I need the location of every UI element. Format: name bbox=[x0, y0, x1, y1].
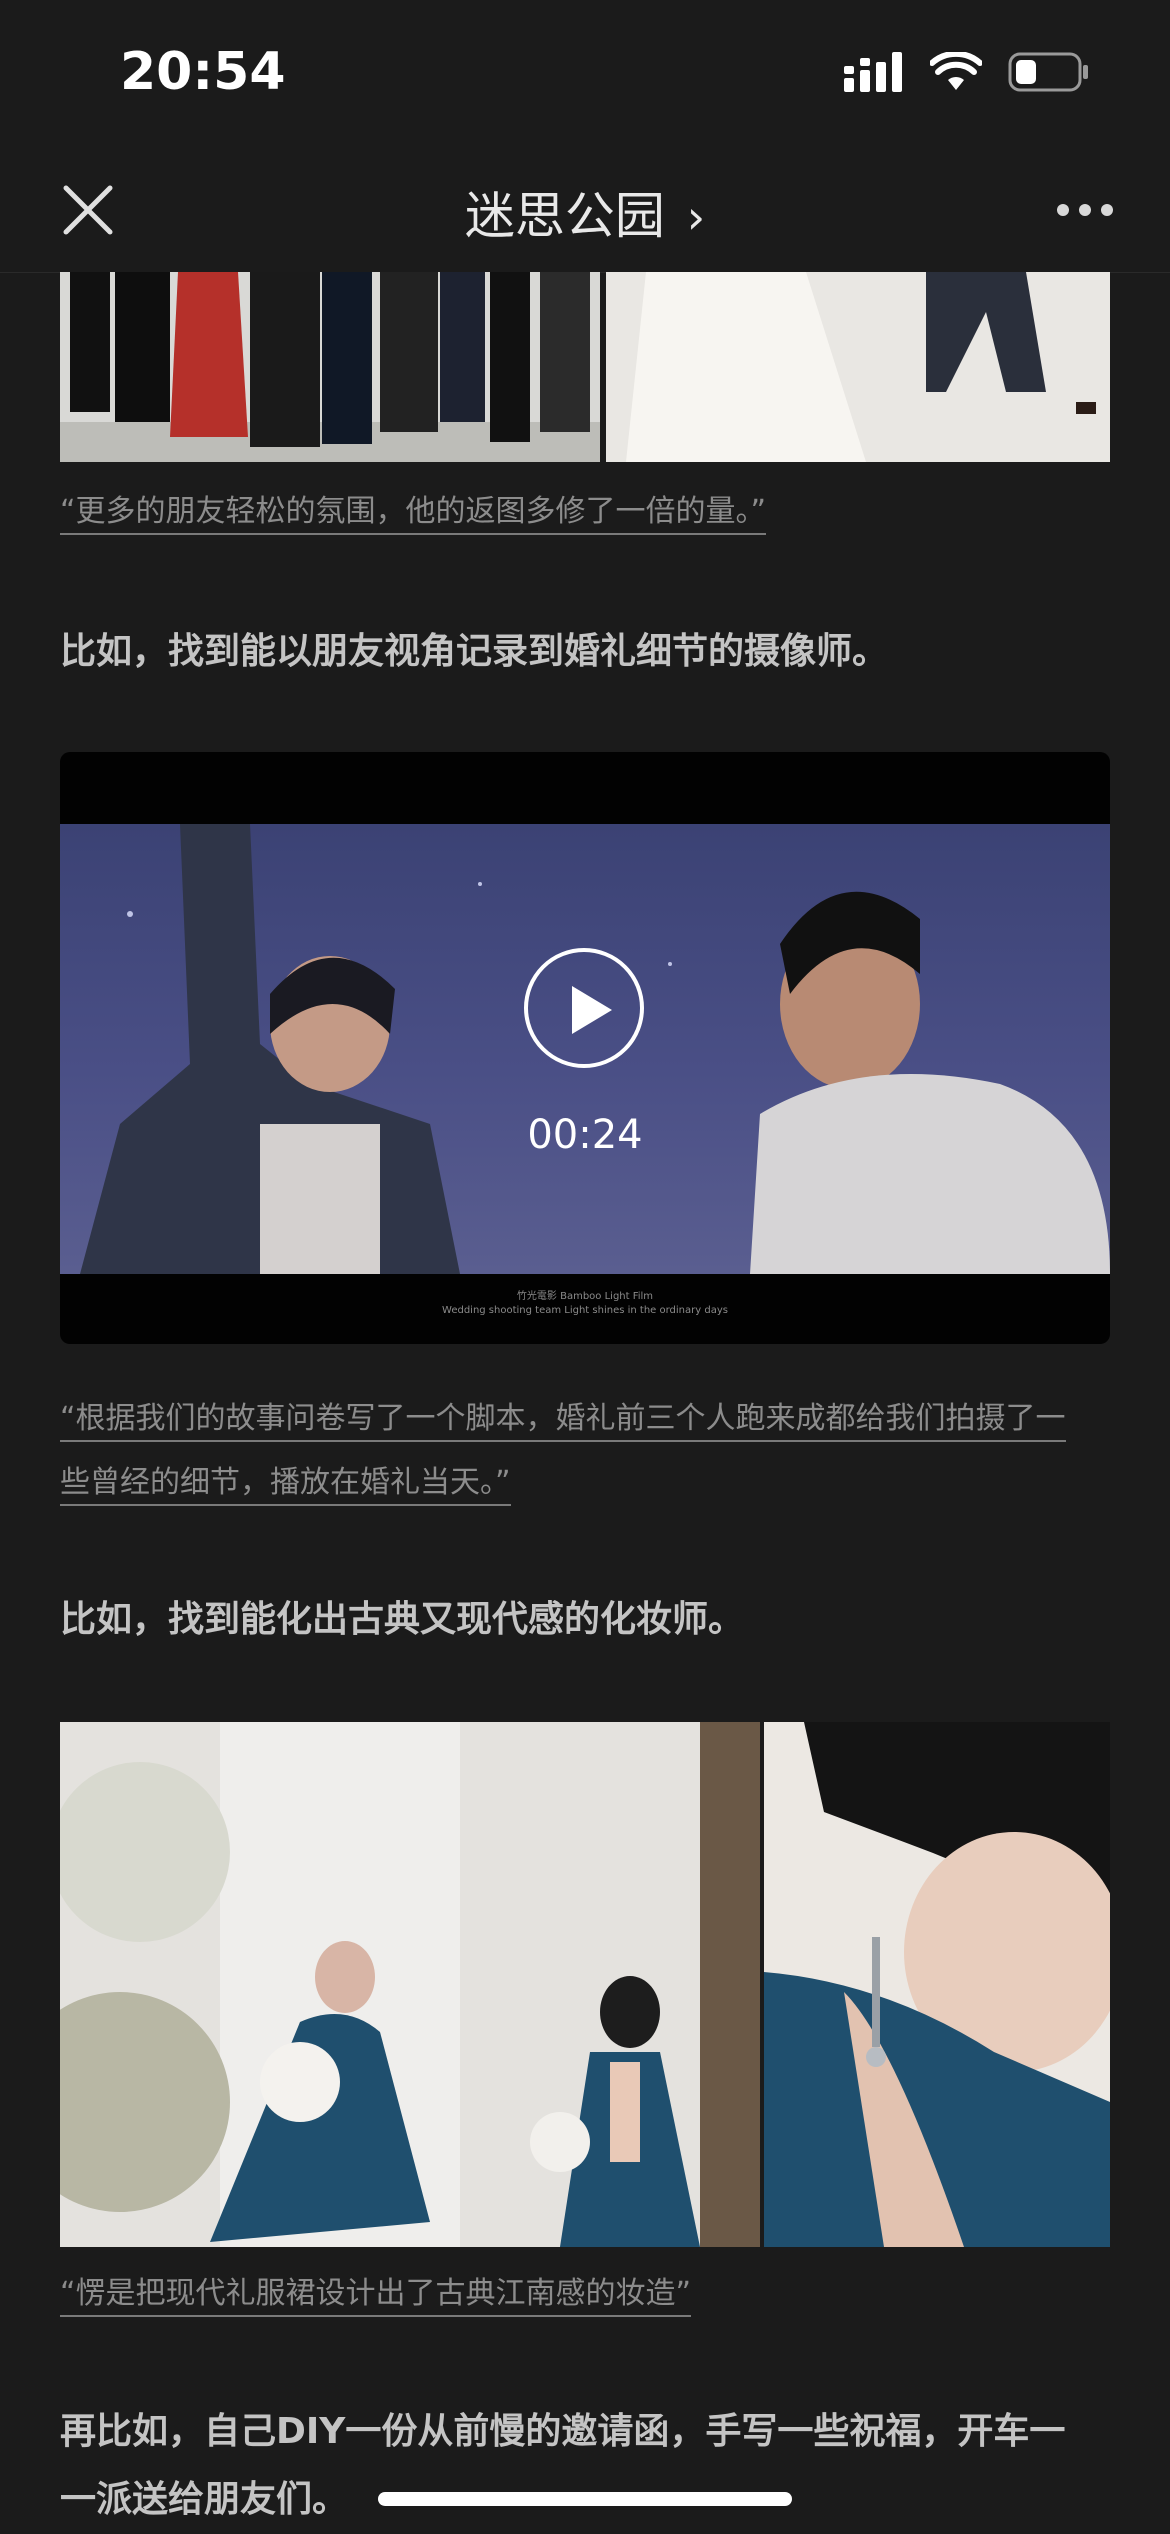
signal-icon bbox=[844, 52, 902, 92]
caption-3: “愣是把现代礼服裙设计出了古典江南感的妆造” bbox=[60, 2262, 692, 2326]
paragraph-3: 再比如，自己DIY一份从前慢的邀请函，手写一些祝福，开车一 一派送给朋友们。 bbox=[60, 2398, 1110, 2534]
guests-image-left bbox=[60, 272, 600, 462]
paragraph-2: 比如，找到能化出古典又现代感的化妆师。 bbox=[60, 1599, 745, 1640]
nav-bar: 迷思公园 › bbox=[0, 150, 1170, 273]
more-icon[interactable] bbox=[1055, 190, 1115, 230]
caption-2-line-2: 些曾经的细节，播放在婚礼当天。” bbox=[60, 1465, 511, 1506]
caption-1: “更多的朋友轻松的氛围，他的返图多修了一倍的量。” bbox=[60, 480, 767, 544]
caption-2-line-1: “根据我们的故事问卷写了一个脚本，婚礼前三个人跑来成都给我们拍摄了一 bbox=[60, 1401, 1066, 1442]
account-title-link[interactable]: 迷思公园 › bbox=[0, 176, 1170, 248]
video-player[interactable]: 00:24 竹光電影 Bamboo Light Film Wedding sho… bbox=[60, 752, 1110, 1344]
bride-dress-image-right bbox=[606, 272, 1110, 462]
wifi-icon bbox=[930, 52, 982, 90]
caption-2: “根据我们的故事问卷写了一个脚本，婚礼前三个人跑来成都给我们拍摄了一 些曾经的细… bbox=[60, 1387, 1066, 1515]
watermark-line-1: 竹光電影 Bamboo Light Film bbox=[516, 1291, 654, 1302]
chevron-right-icon: › bbox=[686, 190, 706, 244]
caption-3-text: “愣是把现代礼服裙设计出了古典江南感的妆造” bbox=[60, 2276, 692, 2317]
status-time: 20:54 bbox=[120, 42, 286, 102]
wedding-guests-photo[interactable] bbox=[60, 272, 1110, 462]
battery-icon bbox=[1008, 52, 1088, 92]
watermark-line-2: Wedding shooting team Light shines in th… bbox=[442, 1305, 728, 1316]
video-duration: 00:24 bbox=[527, 1112, 643, 1158]
status-icons bbox=[844, 52, 1090, 92]
caption-1-text: “更多的朋友轻松的氛围，他的返图多修了一倍的量。” bbox=[60, 494, 767, 535]
makeup-photo-collage[interactable] bbox=[60, 1722, 1110, 2247]
play-button[interactable] bbox=[524, 948, 644, 1068]
video-watermark: 竹光電影 Bamboo Light Film Wedding shooting … bbox=[60, 1290, 1110, 1318]
paragraph-1: 比如，找到能以朋友视角记录到婚礼细节的摄像师。 bbox=[60, 631, 889, 672]
home-indicator[interactable] bbox=[378, 2492, 792, 2506]
makeup-closeup-image bbox=[764, 1722, 1110, 2247]
paragraph-3-line-1: 再比如，自己DIY一份从前慢的邀请函，手写一些祝福，开车一 bbox=[60, 2411, 1066, 2452]
account-title: 迷思公园 bbox=[464, 187, 665, 245]
status-bar: 20:54 bbox=[0, 0, 1170, 150]
bridesmaids-image bbox=[60, 1722, 760, 2247]
